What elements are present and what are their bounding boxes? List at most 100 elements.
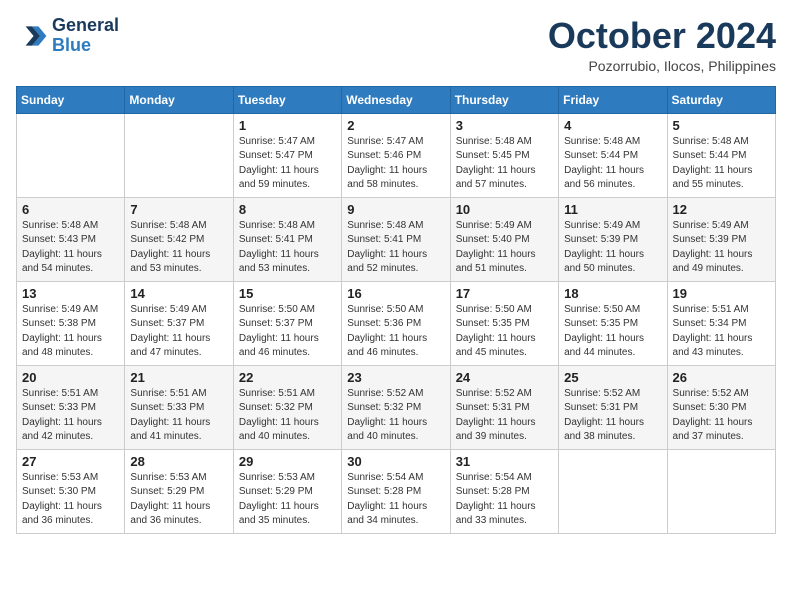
calendar-week-row: 20 Sunrise: 5:51 AMSunset: 5:33 PMDayligh… bbox=[17, 365, 776, 449]
calendar-cell: 25Sunrise: 5:52 AMSunset: 5:31 PMDayligh… bbox=[559, 365, 667, 449]
day-info: Sunrise: 5:49 AMSunset: 5:39 PMDaylight:… bbox=[564, 219, 661, 277]
day-number: 29 bbox=[239, 454, 336, 469]
calendar-week-row: 1 Sunrise: 5:47 AMSunset: 5:47 PMDaylight… bbox=[17, 113, 776, 197]
day-number: 19 bbox=[673, 286, 770, 301]
day-number: 21 bbox=[130, 370, 227, 385]
calendar-cell: 1 Sunrise: 5:47 AMSunset: 5:47 PMDaylight… bbox=[233, 113, 341, 197]
calendar-cell: 2 Sunrise: 5:47 AMSunset: 5:46 PMDaylight… bbox=[342, 113, 450, 197]
calendar: SundayMondayTuesdayWednesdayThursdayFrid… bbox=[16, 86, 776, 534]
calendar-cell: 29 Sunrise: 5:53 AMSunset: 5:29 PMDayligh… bbox=[233, 449, 341, 533]
calendar-cell: 19 Sunrise: 5:51 AMSunset: 5:34 PMDayligh… bbox=[667, 281, 775, 365]
day-info: Sunrise: 5:49 AMSunset: 5:39 PMDaylight:… bbox=[673, 219, 770, 277]
calendar-cell: 31Sunrise: 5:54 AMSunset: 5:28 PMDayligh… bbox=[450, 449, 558, 533]
day-number: 10 bbox=[456, 202, 553, 217]
day-number: 27 bbox=[22, 454, 119, 469]
day-info: Sunrise: 5:48 AMSunset: 5:41 PMDaylight:… bbox=[347, 219, 444, 277]
day-info: Sunrise: 5:48 AMSunset: 5:44 PMDaylight:… bbox=[564, 135, 661, 193]
calendar-cell bbox=[17, 113, 125, 197]
calendar-cell: 26Sunrise: 5:52 AMSunset: 5:30 PMDayligh… bbox=[667, 365, 775, 449]
calendar-cell: 11 Sunrise: 5:49 AMSunset: 5:39 PMDayligh… bbox=[559, 197, 667, 281]
day-info: Sunrise: 5:50 AMSunset: 5:35 PMDaylight:… bbox=[456, 303, 553, 361]
day-info: Sunrise: 5:48 AMSunset: 5:41 PMDaylight:… bbox=[239, 219, 336, 277]
day-info: Sunrise: 5:52 AMSunset: 5:32 PMDaylight:… bbox=[347, 387, 444, 445]
calendar-cell: 21 Sunrise: 5:51 AMSunset: 5:33 PMDayligh… bbox=[125, 365, 233, 449]
weekday-header: Thursday bbox=[450, 86, 558, 113]
calendar-cell: 30Sunrise: 5:54 AMSunset: 5:28 PMDayligh… bbox=[342, 449, 450, 533]
calendar-cell: 15Sunrise: 5:50 AMSunset: 5:37 PMDayligh… bbox=[233, 281, 341, 365]
day-info: Sunrise: 5:52 AMSunset: 5:31 PMDaylight:… bbox=[456, 387, 553, 445]
day-info: Sunrise: 5:49 AMSunset: 5:38 PMDaylight:… bbox=[22, 303, 119, 361]
day-info: Sunrise: 5:50 AMSunset: 5:37 PMDaylight:… bbox=[239, 303, 336, 361]
weekday-header: Wednesday bbox=[342, 86, 450, 113]
calendar-cell bbox=[559, 449, 667, 533]
calendar-cell: 28 Sunrise: 5:53 AMSunset: 5:29 PMDayligh… bbox=[125, 449, 233, 533]
day-info: Sunrise: 5:48 AMSunset: 5:42 PMDaylight:… bbox=[130, 219, 227, 277]
day-info: Sunrise: 5:49 AMSunset: 5:40 PMDaylight:… bbox=[456, 219, 553, 277]
day-number: 5 bbox=[673, 118, 770, 133]
calendar-cell: 20 Sunrise: 5:51 AMSunset: 5:33 PMDayligh… bbox=[17, 365, 125, 449]
day-number: 13 bbox=[22, 286, 119, 301]
day-info: Sunrise: 5:47 AMSunset: 5:46 PMDaylight:… bbox=[347, 135, 444, 193]
day-number: 1 bbox=[239, 118, 336, 133]
calendar-cell: 18Sunrise: 5:50 AMSunset: 5:35 PMDayligh… bbox=[559, 281, 667, 365]
calendar-cell bbox=[125, 113, 233, 197]
day-info: Sunrise: 5:53 AMSunset: 5:30 PMDaylight:… bbox=[22, 471, 119, 529]
day-number: 7 bbox=[130, 202, 227, 217]
day-number: 17 bbox=[456, 286, 553, 301]
day-number: 12 bbox=[673, 202, 770, 217]
day-info: Sunrise: 5:51 AMSunset: 5:34 PMDaylight:… bbox=[673, 303, 770, 361]
day-number: 2 bbox=[347, 118, 444, 133]
logo: General Blue bbox=[16, 16, 119, 56]
day-info: Sunrise: 5:49 AMSunset: 5:37 PMDaylight:… bbox=[130, 303, 227, 361]
day-info: Sunrise: 5:51 AMSunset: 5:33 PMDaylight:… bbox=[22, 387, 119, 445]
day-info: Sunrise: 5:48 AMSunset: 5:43 PMDaylight:… bbox=[22, 219, 119, 277]
weekday-header: Friday bbox=[559, 86, 667, 113]
day-number: 4 bbox=[564, 118, 661, 133]
calendar-cell: 3Sunrise: 5:48 AMSunset: 5:45 PMDaylight… bbox=[450, 113, 558, 197]
calendar-cell bbox=[667, 449, 775, 533]
weekday-header: Sunday bbox=[17, 86, 125, 113]
calendar-cell: 16Sunrise: 5:50 AMSunset: 5:36 PMDayligh… bbox=[342, 281, 450, 365]
calendar-cell: 5 Sunrise: 5:48 AMSunset: 5:44 PMDaylight… bbox=[667, 113, 775, 197]
day-info: Sunrise: 5:53 AMSunset: 5:29 PMDaylight:… bbox=[239, 471, 336, 529]
day-number: 11 bbox=[564, 202, 661, 217]
day-info: Sunrise: 5:47 AMSunset: 5:47 PMDaylight:… bbox=[239, 135, 336, 193]
day-info: Sunrise: 5:53 AMSunset: 5:29 PMDaylight:… bbox=[130, 471, 227, 529]
day-number: 16 bbox=[347, 286, 444, 301]
calendar-week-row: 13 Sunrise: 5:49 AMSunset: 5:38 PMDayligh… bbox=[17, 281, 776, 365]
calendar-cell: 4 Sunrise: 5:48 AMSunset: 5:44 PMDaylight… bbox=[559, 113, 667, 197]
calendar-cell: 12 Sunrise: 5:49 AMSunset: 5:39 PMDayligh… bbox=[667, 197, 775, 281]
weekday-header: Monday bbox=[125, 86, 233, 113]
calendar-cell: 10 Sunrise: 5:49 AMSunset: 5:40 PMDayligh… bbox=[450, 197, 558, 281]
day-number: 28 bbox=[130, 454, 227, 469]
day-number: 8 bbox=[239, 202, 336, 217]
day-info: Sunrise: 5:54 AMSunset: 5:28 PMDaylight:… bbox=[456, 471, 553, 529]
day-number: 9 bbox=[347, 202, 444, 217]
day-number: 20 bbox=[22, 370, 119, 385]
month-title: October 2024 bbox=[548, 16, 776, 56]
calendar-cell: 14 Sunrise: 5:49 AMSunset: 5:37 PMDayligh… bbox=[125, 281, 233, 365]
calendar-cell: 13 Sunrise: 5:49 AMSunset: 5:38 PMDayligh… bbox=[17, 281, 125, 365]
day-number: 23 bbox=[347, 370, 444, 385]
day-number: 22 bbox=[239, 370, 336, 385]
day-info: Sunrise: 5:51 AMSunset: 5:32 PMDaylight:… bbox=[239, 387, 336, 445]
weekday-header: Tuesday bbox=[233, 86, 341, 113]
logo-icon bbox=[16, 20, 48, 52]
day-info: Sunrise: 5:52 AMSunset: 5:30 PMDaylight:… bbox=[673, 387, 770, 445]
calendar-cell: 17 Sunrise: 5:50 AMSunset: 5:35 PMDayligh… bbox=[450, 281, 558, 365]
day-info: Sunrise: 5:51 AMSunset: 5:33 PMDaylight:… bbox=[130, 387, 227, 445]
location: Pozorrubio, Ilocos, Philippines bbox=[548, 58, 776, 74]
calendar-cell: 7 Sunrise: 5:48 AMSunset: 5:42 PMDaylight… bbox=[125, 197, 233, 281]
calendar-cell: 22 Sunrise: 5:51 AMSunset: 5:32 PMDayligh… bbox=[233, 365, 341, 449]
calendar-cell: 24Sunrise: 5:52 AMSunset: 5:31 PMDayligh… bbox=[450, 365, 558, 449]
calendar-body: 1 Sunrise: 5:47 AMSunset: 5:47 PMDaylight… bbox=[17, 113, 776, 533]
calendar-header: SundayMondayTuesdayWednesdayThursdayFrid… bbox=[17, 86, 776, 113]
day-number: 3 bbox=[456, 118, 553, 133]
weekday-header: Saturday bbox=[667, 86, 775, 113]
calendar-cell: 6Sunrise: 5:48 AMSunset: 5:43 PMDaylight… bbox=[17, 197, 125, 281]
day-number: 14 bbox=[130, 286, 227, 301]
weekday-header-row: SundayMondayTuesdayWednesdayThursdayFrid… bbox=[17, 86, 776, 113]
day-number: 18 bbox=[564, 286, 661, 301]
day-number: 25 bbox=[564, 370, 661, 385]
day-info: Sunrise: 5:48 AMSunset: 5:44 PMDaylight:… bbox=[673, 135, 770, 193]
